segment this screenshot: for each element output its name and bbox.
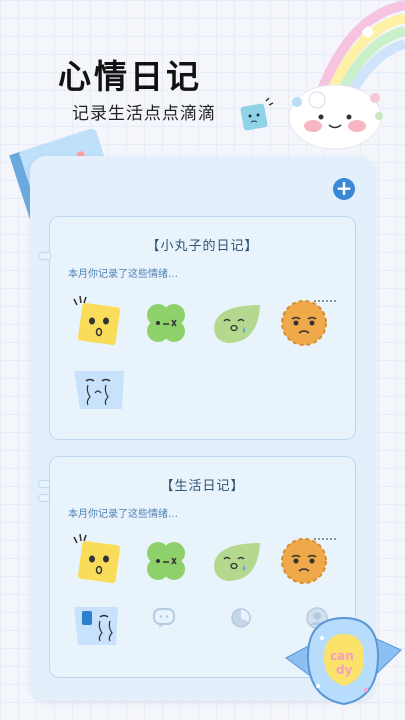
chat-icon[interactable] — [152, 606, 176, 630]
surprised-mood-icon[interactable] — [70, 531, 126, 587]
diary-subtitle: 本月你记录了这些情绪… — [68, 509, 178, 520]
notebook-icon[interactable] — [72, 603, 122, 649]
crying-leaf-mood-icon[interactable] — [208, 299, 266, 349]
dizzy-mood-icon[interactable] — [140, 535, 192, 587]
svg-text:can: can — [330, 649, 354, 663]
diary-subtitle: 本月你记录了这些情绪… — [68, 269, 178, 280]
dizzy-mood-icon[interactable] — [140, 297, 192, 349]
candy-decoration: can dy — [285, 616, 402, 706]
surprised-mood-icon[interactable] — [70, 293, 126, 349]
chart-icon[interactable] — [229, 606, 253, 630]
crying-paper-mood-icon[interactable] — [72, 367, 128, 413]
sad-cookie-mood-icon[interactable] — [278, 295, 338, 349]
sad-cookie-mood-icon[interactable] — [278, 533, 338, 587]
diary-card[interactable]: 【小丸子的日记】 本月你记录了这些情绪… — [49, 216, 356, 440]
binder-ring — [38, 252, 52, 260]
sticker-icon — [240, 97, 274, 131]
svg-text:dy: dy — [336, 663, 353, 677]
page-subtitle: 记录生活点点滴滴 — [72, 104, 216, 124]
diary-title: 【小丸子的日记】 — [146, 239, 259, 254]
diary-title: 【生活日记】 — [160, 479, 245, 494]
crying-leaf-mood-icon[interactable] — [208, 537, 266, 587]
seal-mascot-decoration — [288, 84, 383, 150]
add-diary-button[interactable]: + — [333, 178, 355, 200]
page-title: 心情日记 — [58, 57, 202, 96]
